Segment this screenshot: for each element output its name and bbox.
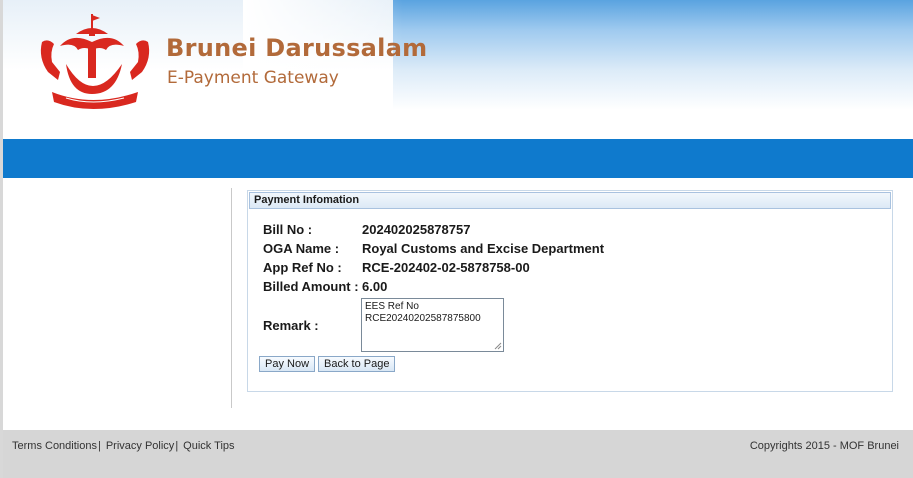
app-ref-no-value: RCE-202402-02-5878758-00 <box>362 260 530 275</box>
footer-links: Terms Conditions| Privacy Policy| Quick Ti… <box>12 440 235 452</box>
payment-info-panel: Payment Infomation Bill No : 20240202587… <box>247 190 893 392</box>
app-ref-no-label: App Ref No : <box>263 260 342 275</box>
brunei-crest-icon <box>40 14 150 109</box>
billed-amount-value: 6.00 <box>362 279 388 294</box>
panel-title: Payment Infomation <box>249 192 891 209</box>
brand-subtitle: E-Payment Gateway <box>167 68 339 88</box>
page: Brunei Darussalam E-Payment Gateway Paym… <box>0 0 913 478</box>
resize-grip-icon[interactable] <box>494 342 502 350</box>
content-divider <box>231 188 232 408</box>
pay-now-button[interactable]: Pay Now <box>259 356 316 372</box>
remark-textarea[interactable]: EES Ref No RCE20240202587875800 <box>361 298 504 352</box>
site-header: Brunei Darussalam E-Payment Gateway <box>3 0 913 139</box>
oga-name-label: OGA Name : <box>263 241 340 256</box>
copyright-text: Copyrights 2015 - MOF Brunei <box>749 440 899 452</box>
remark-line-2: RCE20240202587875800 <box>365 313 481 324</box>
brand-title: Brunei Darussalam <box>166 34 428 62</box>
privacy-policy-link[interactable]: Privacy Policy <box>106 440 174 452</box>
nav-bar <box>3 139 913 178</box>
remark-label: Remark : <box>263 318 319 333</box>
terms-conditions-link[interactable]: Terms Conditions <box>12 440 97 452</box>
footer-separator: | <box>175 440 179 452</box>
header-sky-gradient <box>393 0 913 139</box>
oga-name-value: Royal Customs and Excise Department <box>362 241 605 256</box>
quick-tips-link[interactable]: Quick Tips <box>183 440 234 452</box>
remark-line-1: EES Ref No <box>365 301 419 312</box>
back-to-page-button[interactable]: Back to Page <box>318 356 396 372</box>
site-footer: Terms Conditions| Privacy Policy| Quick Ti… <box>3 430 913 478</box>
bill-no-value: 202402025878757 <box>362 222 471 237</box>
bill-no-label: Bill No : <box>263 222 313 237</box>
footer-separator: | <box>97 440 101 452</box>
billed-amount-label: Billed Amount : <box>263 279 359 294</box>
